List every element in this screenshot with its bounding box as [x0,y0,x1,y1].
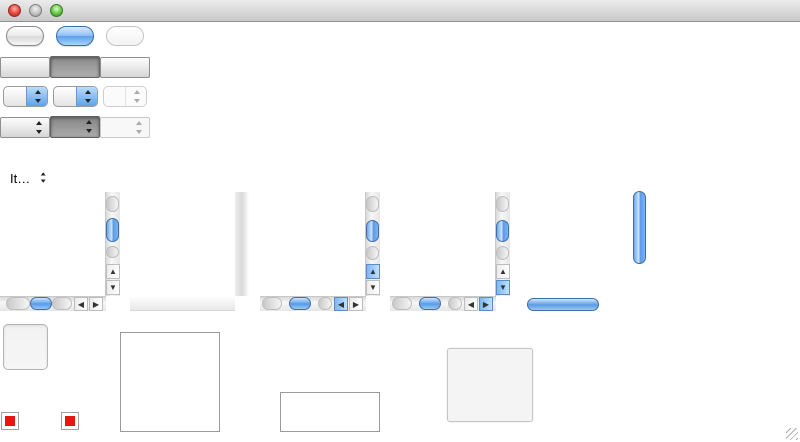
square-button[interactable] [0,57,50,78]
up-arrow-icon: ▲ [499,267,507,276]
standalone-vertical-scroller[interactable] [633,191,646,264]
right-arrow-icon: ▶ [92,300,100,309]
scrollbar-cap [392,297,412,310]
scroll-down-button[interactable]: ▼ [366,280,380,295]
square-popup-button[interactable] [0,117,50,138]
window-title-bar[interactable] [0,0,800,22]
item-popup-button[interactable]: It… [10,170,50,186]
vertical-scrollbar[interactable]: ▲ ▼ [365,192,380,296]
square-button-pressed[interactable] [50,56,100,78]
scroll-up-button[interactable]: ▲ [496,264,510,279]
down-arrow-icon: ▼ [499,283,507,292]
up-down-arrows-icon [40,172,47,184]
vertical-scrollbar[interactable]: ▲ ▼ [105,192,120,296]
scrollbar-cap [6,297,30,310]
scroll-left-button-pressed[interactable]: ◀ [334,297,348,311]
disabled-square-popup-button [100,117,150,138]
scrollbar-cap [106,246,119,258]
horizontal-scrollbar[interactable]: ◀ ▶ [390,296,496,311]
up-arrow-icon: ▲ [369,267,377,276]
square-button[interactable] [100,57,150,78]
standalone-horizontal-scroller[interactable] [527,298,599,311]
scrollbar-cap [448,297,462,310]
scroll-view-edge-shadow [235,192,249,296]
up-down-arrows-icon [134,89,142,104]
popup-button[interactable] [3,86,48,107]
scroll-right-button[interactable]: ▶ [89,297,103,311]
color-well[interactable] [61,412,79,430]
red-swatch [65,416,75,426]
right-arrow-icon: ▶ [352,300,360,309]
vertical-scroll-thumb[interactable] [496,220,509,242]
bevel-box [447,348,533,422]
resize-grip-icon[interactable] [786,428,798,440]
scroll-view-bottom-edge [130,296,235,311]
scroll-up-button[interactable]: ▲ [106,264,120,279]
horizontal-scroll-thumb[interactable] [289,297,311,310]
zoom-window-button[interactable] [50,4,63,17]
minimize-window-button[interactable] [29,4,42,17]
right-arrow-icon: ▶ [482,300,490,309]
color-well[interactable] [1,412,19,430]
horizontal-scrollbar[interactable]: ◀ ▶ [0,296,106,311]
box-container [120,332,220,432]
scrollbar-cap [496,196,509,212]
scroll-right-button-pressed[interactable]: ▶ [479,297,493,311]
left-arrow-icon: ◀ [77,300,85,309]
scrollbar-cap [106,196,119,212]
vertical-scrollbar[interactable]: ▲ ▼ [495,192,510,296]
box-container [280,392,380,432]
vertical-scroll-thumb[interactable] [106,218,119,242]
scroll-up-button-pressed[interactable]: ▲ [366,264,380,279]
up-down-arrows-icon [36,120,44,135]
vertical-scroll-thumb[interactable] [366,220,379,242]
scroll-down-button[interactable]: ▼ [106,280,120,295]
up-down-arrows-icon [136,120,144,135]
disabled-popup-button [103,86,147,107]
red-swatch [5,416,15,426]
scroll-down-button-pressed[interactable]: ▼ [496,280,510,295]
scroll-left-button[interactable]: ◀ [74,297,88,311]
up-down-arrows-icon [85,89,93,104]
left-arrow-icon: ◀ [337,300,345,309]
horizontal-scroll-thumb[interactable] [30,297,52,310]
scrollbar-cap [496,246,509,260]
down-arrow-icon: ▼ [369,283,377,292]
default-push-button[interactable] [56,26,94,46]
disabled-push-button [106,26,144,46]
popup-button[interactable] [53,86,98,107]
scrollbar-cap [262,297,282,310]
down-arrow-icon: ▼ [109,283,117,292]
scroll-left-button[interactable]: ◀ [464,297,478,311]
scroll-right-button[interactable]: ▶ [349,297,363,311]
scrollbar-cap [366,246,379,260]
close-window-button[interactable] [8,4,21,17]
scrollbar-cap [366,196,379,212]
image-well[interactable] [3,324,48,370]
item-popup-label: It… [10,171,31,186]
up-down-arrows-icon [35,89,43,104]
push-button[interactable] [6,26,44,46]
scrollbar-cap [318,297,332,310]
up-arrow-icon: ▲ [109,267,117,276]
up-down-arrows-icon [86,119,94,134]
square-popup-button-pressed[interactable] [50,116,100,138]
scrollbar-cap [52,297,72,310]
horizontal-scrollbar[interactable]: ◀ ▶ [260,296,366,311]
left-arrow-icon: ◀ [467,300,475,309]
horizontal-scroll-thumb[interactable] [419,297,441,310]
